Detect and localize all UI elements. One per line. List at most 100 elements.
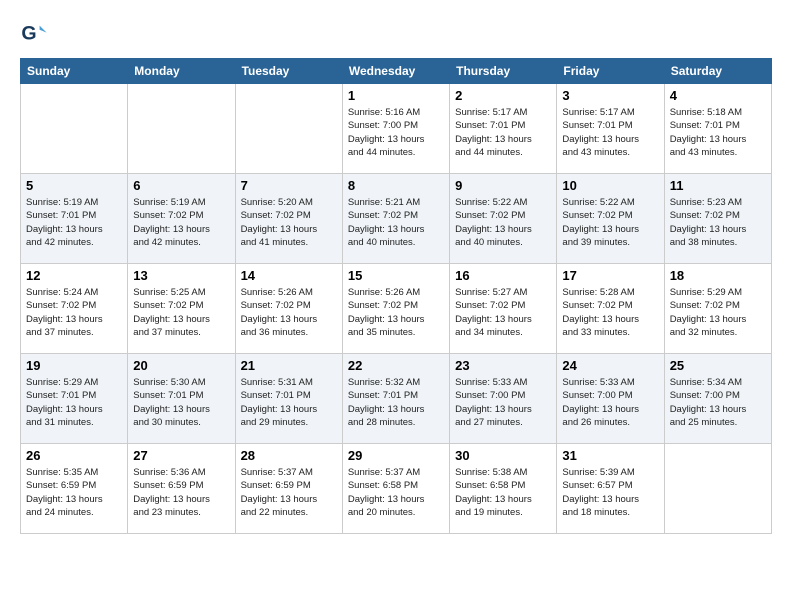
day-cell: 3Sunrise: 5:17 AM Sunset: 7:01 PM Daylig… — [557, 84, 664, 174]
day-number: 4 — [670, 88, 766, 103]
svg-text:G: G — [21, 23, 36, 45]
day-info: Sunrise: 5:25 AM Sunset: 7:02 PM Dayligh… — [133, 286, 229, 339]
weekday-header-saturday: Saturday — [664, 59, 771, 84]
day-number: 13 — [133, 268, 229, 283]
day-number: 29 — [348, 448, 444, 463]
day-info: Sunrise: 5:30 AM Sunset: 7:01 PM Dayligh… — [133, 376, 229, 429]
day-info: Sunrise: 5:24 AM Sunset: 7:02 PM Dayligh… — [26, 286, 122, 339]
day-number: 5 — [26, 178, 122, 193]
day-info: Sunrise: 5:20 AM Sunset: 7:02 PM Dayligh… — [241, 196, 337, 249]
day-number: 7 — [241, 178, 337, 193]
day-number: 20 — [133, 358, 229, 373]
day-info: Sunrise: 5:22 AM Sunset: 7:02 PM Dayligh… — [562, 196, 658, 249]
day-cell: 2 Sunrise: 5:17 AM Sunset: 7:01 PM Daylig… — [450, 84, 557, 174]
day-info: Sunrise: 5:19 AM Sunset: 7:01 PM Dayligh… — [26, 196, 122, 249]
day-info: Sunrise: 5:29 AM Sunset: 7:01 PM Dayligh… — [26, 376, 122, 429]
day-cell: 12 Sunrise: 5:24 AM Sunset: 7:02 PM Dayli… — [21, 264, 128, 354]
day-cell: 18Sunrise: 5:29 AM Sunset: 7:02 PM Dayli… — [664, 264, 771, 354]
day-cell: 28Sunrise: 5:37 AM Sunset: 6:59 PM Dayli… — [235, 444, 342, 534]
day-cell: 1 Sunrise: 5:16 AM Sunset: 7:00 PM Daylig… — [342, 84, 449, 174]
day-info: Sunrise: 5:27 AM Sunset: 7:02 PM Dayligh… — [455, 286, 551, 339]
weekday-header-sunday: Sunday — [21, 59, 128, 84]
day-number: 6 — [133, 178, 229, 193]
day-number: 12 — [26, 268, 122, 283]
day-info: Sunrise: 5:16 AM Sunset: 7:00 PM Dayligh… — [348, 106, 444, 159]
day-number: 2 — [455, 88, 551, 103]
day-cell — [21, 84, 128, 174]
day-cell: 17Sunrise: 5:28 AM Sunset: 7:02 PM Dayli… — [557, 264, 664, 354]
day-number: 1 — [348, 88, 444, 103]
day-number: 24 — [562, 358, 658, 373]
day-info: Sunrise: 5:17 AM Sunset: 7:01 PM Dayligh… — [455, 106, 551, 159]
day-info: Sunrise: 5:38 AM Sunset: 6:58 PM Dayligh… — [455, 466, 551, 519]
day-cell: 23 Sunrise: 5:33 AM Sunset: 7:00 PM Dayli… — [450, 354, 557, 444]
page-header: G — [20, 20, 772, 48]
day-cell: 31 Sunrise: 5:39 AM Sunset: 6:57 PM Dayli… — [557, 444, 664, 534]
day-number: 14 — [241, 268, 337, 283]
day-cell: 24Sunrise: 5:33 AM Sunset: 7:00 PM Dayli… — [557, 354, 664, 444]
day-info: Sunrise: 5:37 AM Sunset: 6:58 PM Dayligh… — [348, 466, 444, 519]
day-cell: 21Sunrise: 5:31 AM Sunset: 7:01 PM Dayli… — [235, 354, 342, 444]
day-cell: 26 Sunrise: 5:35 AM Sunset: 6:59 PM Dayli… — [21, 444, 128, 534]
weekday-header-thursday: Thursday — [450, 59, 557, 84]
day-cell: 6 Sunrise: 5:19 AM Sunset: 7:02 PM Daylig… — [128, 174, 235, 264]
weekday-header-tuesday: Tuesday — [235, 59, 342, 84]
day-number: 30 — [455, 448, 551, 463]
day-number: 19 — [26, 358, 122, 373]
day-number: 15 — [348, 268, 444, 283]
day-cell: 4 Sunrise: 5:18 AM Sunset: 7:01 PM Daylig… — [664, 84, 771, 174]
day-number: 17 — [562, 268, 658, 283]
day-cell — [664, 444, 771, 534]
day-number: 10 — [562, 178, 658, 193]
day-number: 22 — [348, 358, 444, 373]
day-info: Sunrise: 5:35 AM Sunset: 6:59 PM Dayligh… — [26, 466, 122, 519]
day-cell: 16 Sunrise: 5:27 AM Sunset: 7:02 PM Dayli… — [450, 264, 557, 354]
day-info: Sunrise: 5:19 AM Sunset: 7:02 PM Dayligh… — [133, 196, 229, 249]
day-number: 25 — [670, 358, 766, 373]
day-info: Sunrise: 5:32 AM Sunset: 7:01 PM Dayligh… — [348, 376, 444, 429]
day-number: 23 — [455, 358, 551, 373]
day-cell: 10 Sunrise: 5:22 AM Sunset: 7:02 PM Dayli… — [557, 174, 664, 264]
week-row-1: 1 Sunrise: 5:16 AM Sunset: 7:00 PM Daylig… — [21, 84, 772, 174]
weekday-header-monday: Monday — [128, 59, 235, 84]
weekday-header-row: SundayMondayTuesdayWednesdayThursdayFrid… — [21, 59, 772, 84]
day-cell: 22 Sunrise: 5:32 AM Sunset: 7:01 PM Dayli… — [342, 354, 449, 444]
day-cell — [128, 84, 235, 174]
day-cell: 8Sunrise: 5:21 AM Sunset: 7:02 PM Daylig… — [342, 174, 449, 264]
day-cell: 27Sunrise: 5:36 AM Sunset: 6:59 PM Dayli… — [128, 444, 235, 534]
day-number: 11 — [670, 178, 766, 193]
day-cell: 13 Sunrise: 5:25 AM Sunset: 7:02 PM Dayli… — [128, 264, 235, 354]
day-cell: 30 Sunrise: 5:38 AM Sunset: 6:58 PM Dayli… — [450, 444, 557, 534]
day-info: Sunrise: 5:36 AM Sunset: 6:59 PM Dayligh… — [133, 466, 229, 519]
day-info: Sunrise: 5:37 AM Sunset: 6:59 PM Dayligh… — [241, 466, 337, 519]
day-info: Sunrise: 5:22 AM Sunset: 7:02 PM Dayligh… — [455, 196, 551, 249]
day-cell: 25 Sunrise: 5:34 AM Sunset: 7:00 PM Dayli… — [664, 354, 771, 444]
logo-icon: G — [20, 20, 48, 48]
day-info: Sunrise: 5:39 AM Sunset: 6:57 PM Dayligh… — [562, 466, 658, 519]
day-cell: 7 Sunrise: 5:20 AM Sunset: 7:02 PM Daylig… — [235, 174, 342, 264]
day-cell: 20 Sunrise: 5:30 AM Sunset: 7:01 PM Dayli… — [128, 354, 235, 444]
day-info: Sunrise: 5:33 AM Sunset: 7:00 PM Dayligh… — [455, 376, 551, 429]
day-info: Sunrise: 5:34 AM Sunset: 7:00 PM Dayligh… — [670, 376, 766, 429]
day-cell: 14Sunrise: 5:26 AM Sunset: 7:02 PM Dayli… — [235, 264, 342, 354]
weekday-header-friday: Friday — [557, 59, 664, 84]
day-cell: 9 Sunrise: 5:22 AM Sunset: 7:02 PM Daylig… — [450, 174, 557, 264]
day-cell: 5 Sunrise: 5:19 AM Sunset: 7:01 PM Daylig… — [21, 174, 128, 264]
logo: G — [20, 20, 50, 48]
day-info: Sunrise: 5:21 AM Sunset: 7:02 PM Dayligh… — [348, 196, 444, 249]
day-number: 18 — [670, 268, 766, 283]
day-number: 16 — [455, 268, 551, 283]
day-number: 31 — [562, 448, 658, 463]
calendar-table: SundayMondayTuesdayWednesdayThursdayFrid… — [20, 58, 772, 534]
day-cell: 19 Sunrise: 5:29 AM Sunset: 7:01 PM Dayli… — [21, 354, 128, 444]
day-number: 9 — [455, 178, 551, 193]
day-cell — [235, 84, 342, 174]
day-info: Sunrise: 5:18 AM Sunset: 7:01 PM Dayligh… — [670, 106, 766, 159]
week-row-3: 12 Sunrise: 5:24 AM Sunset: 7:02 PM Dayli… — [21, 264, 772, 354]
week-row-5: 26 Sunrise: 5:35 AM Sunset: 6:59 PM Dayli… — [21, 444, 772, 534]
week-row-2: 5 Sunrise: 5:19 AM Sunset: 7:01 PM Daylig… — [21, 174, 772, 264]
day-number: 26 — [26, 448, 122, 463]
week-row-4: 19 Sunrise: 5:29 AM Sunset: 7:01 PM Dayli… — [21, 354, 772, 444]
day-number: 3 — [562, 88, 658, 103]
day-info: Sunrise: 5:23 AM Sunset: 7:02 PM Dayligh… — [670, 196, 766, 249]
